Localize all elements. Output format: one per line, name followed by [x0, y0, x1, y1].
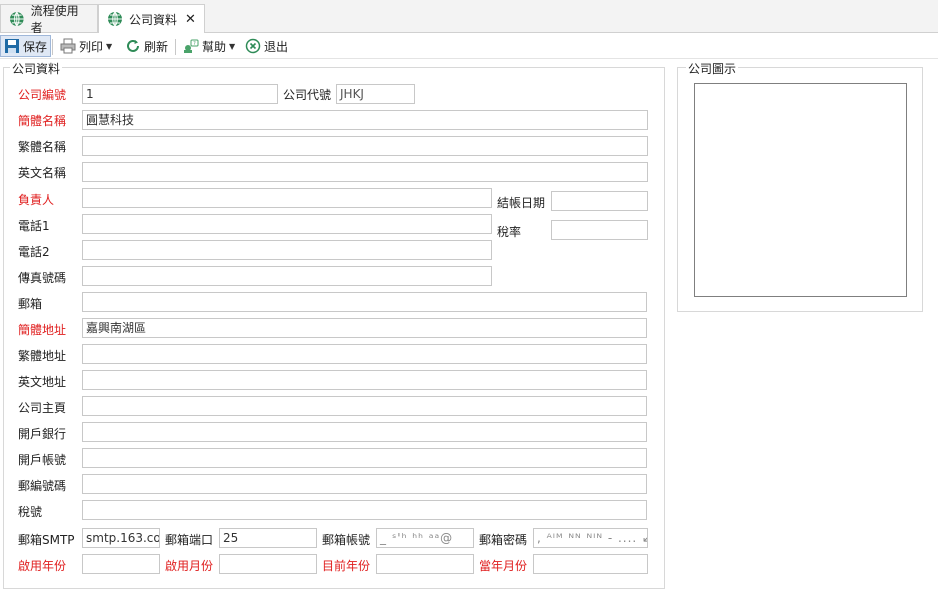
globe-icon: [9, 11, 24, 26]
start-year-label: 啟用年份: [18, 559, 67, 573]
save-label: 保存: [23, 39, 48, 54]
chevron-down-icon[interactable]: ▼: [229, 42, 235, 51]
svg-text:?: ?: [193, 41, 196, 47]
cur-month-label: 當年月份: [479, 559, 528, 573]
start-year-field[interactable]: [82, 554, 160, 574]
eng-name-label: 英文名稱: [18, 166, 67, 180]
tab-label: 公司資料: [129, 12, 178, 27]
homepage-label: 公司主頁: [18, 401, 67, 415]
company-no-field[interactable]: 1: [82, 84, 278, 104]
fax-field[interactable]: [82, 266, 492, 286]
account-label: 開戶帳號: [18, 453, 67, 467]
email-label: 郵箱: [18, 297, 43, 311]
phone2-label: 電話2: [18, 245, 50, 259]
chevron-down-icon[interactable]: ▼: [106, 42, 112, 51]
port-label: 郵箱端口: [165, 533, 214, 547]
email-field[interactable]: [82, 292, 647, 312]
refresh-button[interactable]: 刷新: [123, 36, 170, 56]
help-icon: ?: [184, 39, 199, 53]
smtp-label: 郵箱SMTP: [18, 533, 75, 547]
smtp-field[interactable]: smtp.163.com: [82, 528, 160, 548]
phone1-label: 電話1: [18, 219, 50, 233]
mail-password-field[interactable]: , ᴬᴵᴹ ᴺᴺ ᴺᴵᴺ - .... ↙: [533, 528, 648, 548]
simp-name-label: 簡體名稱: [18, 114, 67, 128]
globe-icon: [108, 11, 122, 27]
save-icon: [5, 39, 19, 53]
tax-rate-field[interactable]: [551, 220, 648, 240]
print-label: 列印: [79, 39, 104, 54]
company-no-label: 公司編號: [18, 88, 67, 102]
tab-bar: 流程使用者 公司資料 ✕: [0, 0, 938, 35]
save-button[interactable]: 保存: [0, 35, 52, 57]
toolbar-divider: [175, 39, 176, 55]
postcode-field[interactable]: [82, 474, 647, 494]
help-label: 幫助: [202, 39, 227, 54]
start-month-field[interactable]: [219, 554, 317, 574]
homepage-field[interactable]: [82, 396, 647, 416]
toolbar: 保存 列印 ▼ 刷新 ? 幫助 ▼ 退出: [0, 33, 938, 59]
close-date-field[interactable]: [551, 191, 648, 211]
bank-field[interactable]: [82, 422, 647, 442]
close-date-label: 結帳日期: [497, 196, 546, 210]
cur-month-field[interactable]: [533, 554, 648, 574]
simp-addr-field[interactable]: 嘉興南湖區: [82, 318, 647, 338]
close-icon[interactable]: ✕: [185, 12, 196, 27]
port-field[interactable]: 25: [219, 528, 317, 548]
tax-no-label: 稅號: [18, 505, 43, 519]
printer-icon: [60, 38, 76, 54]
company-code-label: 公司代號: [283, 88, 332, 102]
mail-password-label: 郵箱密碼: [479, 533, 528, 547]
cur-year-field[interactable]: [376, 554, 474, 574]
trad-addr-field[interactable]: [82, 344, 647, 364]
trad-name-field[interactable]: [82, 136, 648, 156]
eng-addr-field[interactable]: [82, 370, 647, 390]
exit-label: 退出: [264, 39, 289, 54]
mail-account-label: 郵箱帳號: [322, 533, 371, 547]
mail-account-field[interactable]: _ ˢ'ʰ ʰʰ ᵃᵃ@: [376, 528, 474, 548]
trad-addr-label: 繁體地址: [18, 349, 67, 363]
logo-legend: 公司圖示: [686, 60, 739, 77]
company-code-field[interactable]: JHKJ: [336, 84, 415, 104]
postcode-label: 郵編號碼: [18, 479, 67, 493]
tab-process-users[interactable]: 流程使用者: [0, 4, 98, 35]
toolbar-divider: [52, 39, 53, 55]
tax-rate-label: 稅率: [497, 225, 522, 239]
help-button[interactable]: ? 幫助 ▼: [181, 36, 237, 56]
tax-no-field[interactable]: [82, 500, 647, 520]
account-field[interactable]: [82, 448, 647, 468]
phone2-field[interactable]: [82, 240, 492, 260]
company-info-legend: 公司資料: [10, 60, 63, 77]
tab-company-info[interactable]: 公司資料 ✕: [98, 4, 205, 33]
close-circle-icon: [245, 38, 261, 54]
eng-addr-label: 英文地址: [18, 375, 67, 389]
simp-name-field[interactable]: 圓慧科技: [82, 110, 648, 130]
owner-label: 負責人: [18, 193, 55, 207]
refresh-label: 刷新: [144, 39, 169, 54]
fax-label: 傳真號碼: [18, 271, 67, 285]
eng-name-field[interactable]: [82, 162, 648, 182]
start-month-label: 啟用月份: [165, 559, 214, 573]
cur-year-label: 目前年份: [322, 559, 371, 573]
print-button[interactable]: 列印 ▼: [58, 36, 114, 56]
logo-image-box[interactable]: [694, 83, 907, 297]
trad-name-label: 繁體名稱: [18, 140, 67, 154]
tab-label: 流程使用者: [30, 3, 79, 35]
bank-label: 開戶銀行: [18, 427, 67, 441]
phone1-field[interactable]: [82, 214, 492, 234]
owner-field[interactable]: [82, 188, 492, 208]
refresh-icon: [127, 39, 139, 52]
exit-button[interactable]: 退出: [243, 36, 290, 56]
simp-addr-label: 簡體地址: [18, 323, 67, 337]
